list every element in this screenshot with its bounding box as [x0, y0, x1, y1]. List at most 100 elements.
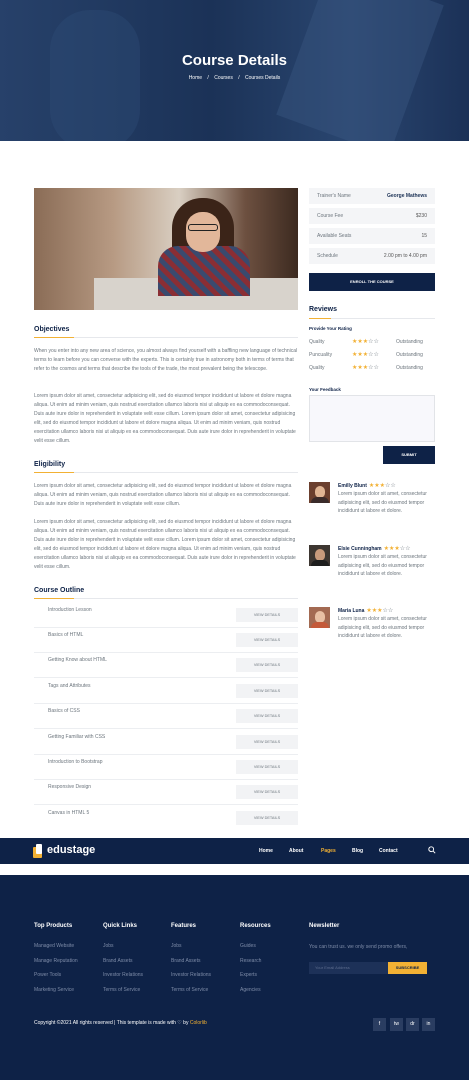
review-text: Lorem ipsum dolor sit amet, consectetur …: [338, 616, 427, 639]
submit-button[interactable]: SUBMIT: [383, 446, 435, 464]
rating-value: Outstanding: [396, 339, 423, 345]
logo-icon[interactable]: [33, 844, 43, 858]
nav-about[interactable]: About: [289, 848, 303, 854]
divider-accent: [34, 472, 74, 473]
reviews-heading: Reviews: [309, 306, 338, 313]
info-value: $230: [415, 213, 427, 219]
footer-link[interactable]: Agencies: [240, 987, 261, 993]
review-text: Lorem ipsum dolor sit amet, consectetur …: [338, 491, 427, 514]
avatar: [309, 607, 330, 628]
rating-value: Outstanding: [396, 352, 423, 358]
outline-item: Getting Know about HTML VIEW DETAILS: [34, 653, 298, 678]
star-rating-input[interactable]: ★★★☆☆: [352, 364, 379, 371]
reviewer-name: Elsie Cunningham ★★★☆☆: [338, 546, 411, 552]
info-label: Course Fee: [317, 213, 344, 219]
view-details-button[interactable]: VIEW DETAILS: [236, 735, 298, 749]
footer-link[interactable]: Managed Website: [34, 943, 74, 949]
colorlib-link[interactable]: Colorlib: [190, 1020, 207, 1026]
outline-item-title: Getting Familiar with CSS: [48, 734, 106, 740]
footer-link[interactable]: Jobs: [103, 943, 114, 949]
view-details-button[interactable]: VIEW DETAILS: [236, 658, 298, 672]
outline-item-title: Canvas in HTML 5: [48, 810, 90, 816]
nav-contact[interactable]: Contact: [379, 848, 398, 854]
footer-link[interactable]: Investor Relations: [171, 972, 211, 978]
divider-accent: [34, 337, 74, 338]
newsletter-email-input[interactable]: Your Email Address: [309, 962, 388, 974]
newsletter-text: You can trust us. we only send promo off…: [309, 944, 408, 950]
footer-link[interactable]: Research: [240, 958, 261, 964]
search-icon[interactable]: [428, 846, 436, 854]
provide-rating-label: Provide Your Rating: [309, 326, 352, 331]
footer-link[interactable]: Power Tools: [34, 972, 61, 978]
footer-link[interactable]: Brand Assets: [103, 958, 132, 964]
twitter-icon[interactable]: tw: [390, 1018, 403, 1031]
view-details-button[interactable]: VIEW DETAILS: [236, 633, 298, 647]
footer-link[interactable]: Guides: [240, 943, 256, 949]
footer-link[interactable]: Manage Reputation: [34, 958, 78, 964]
dribbble-icon[interactable]: dr: [406, 1018, 419, 1031]
info-schedule: Schedule 2.00 pm to 4.00 pm: [309, 248, 435, 264]
hero-decor: [276, 0, 444, 141]
rating-label: Quality: [309, 339, 325, 345]
outline-item: Getting Familiar with CSS VIEW DETAILS: [34, 730, 298, 755]
divider-accent: [34, 598, 74, 599]
nav-blog[interactable]: Blog: [352, 848, 363, 854]
footer-link[interactable]: Terms of Service: [171, 987, 208, 993]
eligibility-heading: Eligibility: [34, 461, 66, 468]
view-details-button[interactable]: VIEW DETAILS: [236, 709, 298, 723]
footer-link[interactable]: Terms of Service: [103, 987, 140, 993]
facebook-icon[interactable]: f: [373, 1018, 386, 1031]
info-seats: Available Seats 15: [309, 228, 435, 244]
view-details-button[interactable]: VIEW DETAILS: [236, 760, 298, 774]
view-details-button[interactable]: VIEW DETAILS: [236, 811, 298, 825]
footer-link[interactable]: Experts: [240, 972, 257, 978]
rating-value: Outstanding: [396, 365, 423, 371]
newsletter-title: Newsletter: [309, 923, 340, 929]
footer-link[interactable]: Brand Assets: [171, 958, 200, 964]
outline-heading: Course Outline: [34, 587, 85, 594]
view-details-button[interactable]: VIEW DETAILS: [236, 684, 298, 698]
info-value: 2.00 pm to 4.00 pm: [383, 253, 427, 259]
linkedin-icon[interactable]: in: [422, 1018, 435, 1031]
review-comment: Emilly Blunt ★★★☆☆ Lorem ipsum dolor sit …: [309, 482, 435, 532]
outline-item: Basics of CSS VIEW DETAILS: [34, 704, 298, 729]
divider-accent: [309, 318, 331, 319]
rating-label: Puncuality: [309, 352, 333, 358]
rating-row: Quality ★★★☆☆ Outstanding: [309, 365, 435, 373]
star-rating-input[interactable]: ★★★☆☆: [352, 351, 379, 358]
view-details-button[interactable]: VIEW DETAILS: [236, 785, 298, 799]
outline-item: Tags and Attributes VIEW DETAILS: [34, 679, 298, 704]
breadcrumb-courses[interactable]: Courses: [214, 75, 233, 81]
outline-item-title: Introduction Lesson: [48, 607, 92, 613]
nav-home[interactable]: Home: [259, 848, 273, 854]
breadcrumb-separator: /: [238, 75, 240, 81]
outline-item-title: Getting Know about HTML: [48, 657, 107, 663]
view-details-button[interactable]: VIEW DETAILS: [236, 608, 298, 622]
outline-item-title: Introduction to Bootstrap: [48, 759, 103, 765]
rating-label: Quality: [309, 365, 325, 371]
enroll-button[interactable]: ENROLL THE COURSE: [309, 273, 435, 291]
rating-row: Quality ★★★☆☆ Outstanding: [309, 339, 435, 347]
outline-item-title: Tags and Attributes: [48, 683, 91, 689]
objectives-paragraph: Lorem ipsum dolor sit amet, consectetur …: [34, 393, 296, 444]
footer-link[interactable]: Marketing Service: [34, 987, 74, 993]
feedback-textarea[interactable]: [309, 395, 435, 442]
outline-item: Introduction Lesson VIEW DETAILS: [34, 603, 298, 628]
brand-name[interactable]: edustage: [47, 844, 95, 856]
outline-item: Responsive Design VIEW DETAILS: [34, 780, 298, 805]
star-rating-input[interactable]: ★★★☆☆: [352, 338, 379, 345]
hero-banner: Course Details Home / Courses / Courses …: [0, 0, 469, 141]
reviewer-name: Maria Luna ★★★☆☆: [338, 608, 394, 614]
footer-link[interactable]: Jobs: [171, 943, 182, 949]
subscribe-button[interactable]: SUBSCRIBE: [388, 962, 427, 974]
page-title: Course Details: [181, 52, 288, 69]
nav-pages[interactable]: Pages: [321, 848, 336, 854]
heart-icon: ♡: [177, 1020, 182, 1026]
breadcrumb-home[interactable]: Home: [189, 75, 202, 81]
info-label: Trainer's Name: [317, 193, 351, 199]
info-trainer: Trainer's Name George Mathews: [309, 188, 435, 204]
breadcrumb-separator: /: [207, 75, 209, 81]
outline-item: Basics of HTML VIEW DETAILS: [34, 628, 298, 653]
outline-item-title: Basics of CSS: [48, 708, 80, 714]
footer-link[interactable]: Investor Relations: [103, 972, 143, 978]
